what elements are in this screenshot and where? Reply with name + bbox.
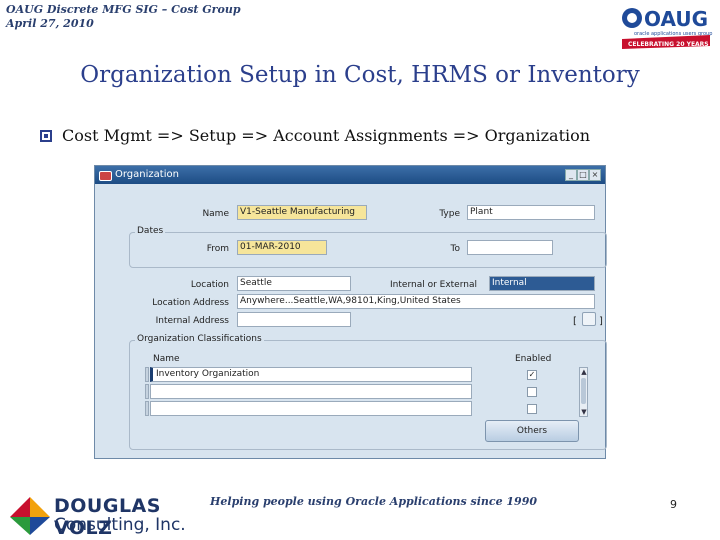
oaug-logo: OAUG oracle applications users group CEL… — [622, 7, 712, 49]
to-label: To — [450, 244, 460, 254]
classification-row[interactable]: Inventory Organization — [150, 367, 472, 382]
enabled-checkbox[interactable] — [527, 387, 537, 397]
douglas-volz-logo: DOUGLAS VOLZ Consulting, Inc. — [8, 495, 198, 539]
close-icon[interactable]: × — [589, 169, 601, 181]
footer-tagline: Helping people using Oracle Applications… — [210, 495, 538, 508]
oaug-logo-banner: CELEBRATING 20 YEARS — [628, 41, 709, 48]
others-button[interactable]: Others — [485, 420, 579, 442]
scroll-thumb[interactable] — [581, 378, 586, 404]
company-subtitle: Consulting, Inc. — [54, 515, 186, 535]
classifications-scrollbar[interactable]: ▲ ▼ — [579, 367, 588, 417]
scroll-down-icon[interactable]: ▼ — [581, 409, 587, 416]
classification-row[interactable] — [150, 401, 472, 416]
internal-address-label: Internal Address — [155, 316, 229, 326]
name-field[interactable]: V1-Seattle Manufacturing — [237, 205, 367, 220]
row-indicator[interactable] — [145, 401, 149, 416]
scroll-up-icon[interactable]: ▲ — [581, 369, 587, 376]
organization-window: Organization _ □ × Name V1-Seattle Manuf… — [94, 165, 607, 459]
to-date-field[interactable] — [467, 240, 553, 255]
page-number: 9 — [670, 498, 677, 511]
header-line-1: OAUG Discrete MFG SIG – Cost Group — [6, 3, 241, 16]
slide-header: OAUG Discrete MFG SIG – Cost Group April… — [6, 3, 241, 31]
column-header-name: Name — [153, 354, 180, 364]
type-field[interactable]: Plant — [467, 205, 595, 220]
from-date-field[interactable]: 01-MAR-2010 — [237, 240, 327, 255]
location-address-field[interactable]: Anywhere...Seattle,WA,98101,King,United … — [237, 294, 595, 309]
bullet-item: Cost Mgmt => Setup => Account Assignment… — [40, 126, 590, 145]
row-indicator[interactable] — [145, 384, 149, 399]
type-label: Type — [439, 209, 460, 219]
window-title: Organization — [115, 169, 179, 180]
flexfield-button[interactable] — [582, 312, 596, 326]
flexfield-close-bracket-icon: ] — [599, 316, 603, 327]
location-field[interactable]: Seattle — [237, 276, 351, 291]
flexfield-open-bracket-icon: [ — [573, 316, 577, 327]
slide-title: Organization Setup in Cost, HRMS or Inve… — [80, 62, 640, 88]
location-label: Location — [190, 280, 229, 290]
row-indicator[interactable] — [145, 367, 149, 382]
minimize-icon[interactable]: _ — [565, 169, 577, 181]
internal-external-label: Internal or External — [390, 280, 477, 290]
square-bullet-icon — [40, 129, 52, 142]
dv-logo-mark-icon — [10, 497, 50, 535]
bullet-text: Cost Mgmt => Setup => Account Assignment… — [62, 126, 591, 145]
classification-row[interactable] — [150, 384, 472, 399]
maximize-icon[interactable]: □ — [577, 169, 589, 181]
location-address-label: Location Address — [152, 298, 229, 308]
column-header-enabled: Enabled — [515, 354, 552, 364]
internal-external-field[interactable]: Internal — [489, 276, 595, 291]
header-line-2: April 27, 2010 — [6, 17, 94, 30]
enabled-checkbox[interactable]: ✓ — [527, 370, 537, 380]
oaug-logo-text: OAUG — [644, 7, 708, 31]
classifications-group-title: Organization Classifications — [135, 334, 264, 344]
window-titlebar[interactable]: Organization _ □ × — [95, 166, 605, 184]
from-label: From — [206, 244, 229, 254]
dates-group-title: Dates — [135, 226, 166, 236]
oracle-window-icon — [99, 171, 112, 181]
internal-address-field[interactable] — [237, 312, 351, 327]
name-label: Name — [202, 209, 229, 219]
enabled-checkbox[interactable] — [527, 404, 537, 414]
